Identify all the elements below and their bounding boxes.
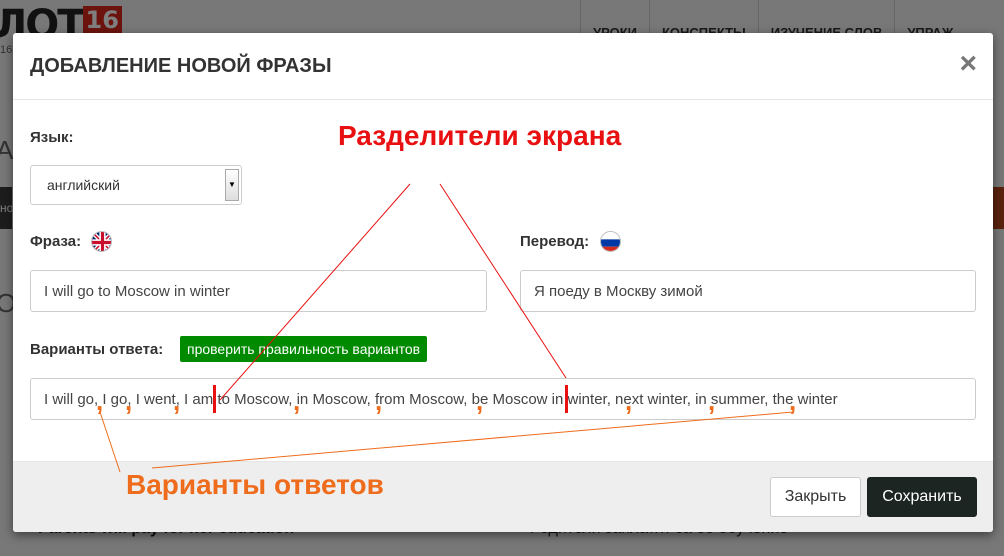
phrase-label: Фраза: xyxy=(30,233,82,250)
phrase-input[interactable]: I will go to Moscow in winter xyxy=(30,270,487,312)
language-value: английский xyxy=(47,177,120,193)
add-phrase-dialog: ДОБАВЛЕНИЕ НОВОЙ ФРАЗЫ × Язык: английски… xyxy=(13,33,993,532)
dialog-header: ДОБАВЛЕНИЕ НОВОЙ ФРАЗЫ × xyxy=(13,33,993,100)
chevron-down-icon[interactable]: ▼ xyxy=(225,169,239,201)
language-select[interactable]: английский ▼ xyxy=(30,165,242,205)
dialog-title: ДОБАВЛЕНИЕ НОВОЙ ФРАЗЫ xyxy=(30,55,332,77)
variants-input[interactable]: I will go, I go, I went, I am to Moscow,… xyxy=(30,378,976,420)
language-label: Язык: xyxy=(30,129,74,146)
close-icon[interactable]: × xyxy=(959,49,977,79)
separators-annotation: Разделители экрана xyxy=(338,120,622,151)
translation-input[interactable]: Я поеду в Москву зимой xyxy=(520,270,976,312)
uk-flag-icon xyxy=(91,231,112,252)
check-variants-button[interactable]: проверить правильность вариантов xyxy=(180,336,428,362)
close-button[interactable]: Закрыть xyxy=(770,477,861,517)
variants-label: Варианты ответа: xyxy=(30,341,164,358)
answers-annotation: Варианты ответов xyxy=(126,469,384,500)
ru-flag-icon xyxy=(600,231,621,252)
save-button[interactable]: Сохранить xyxy=(867,477,977,517)
translation-label: Перевод: xyxy=(520,233,590,250)
